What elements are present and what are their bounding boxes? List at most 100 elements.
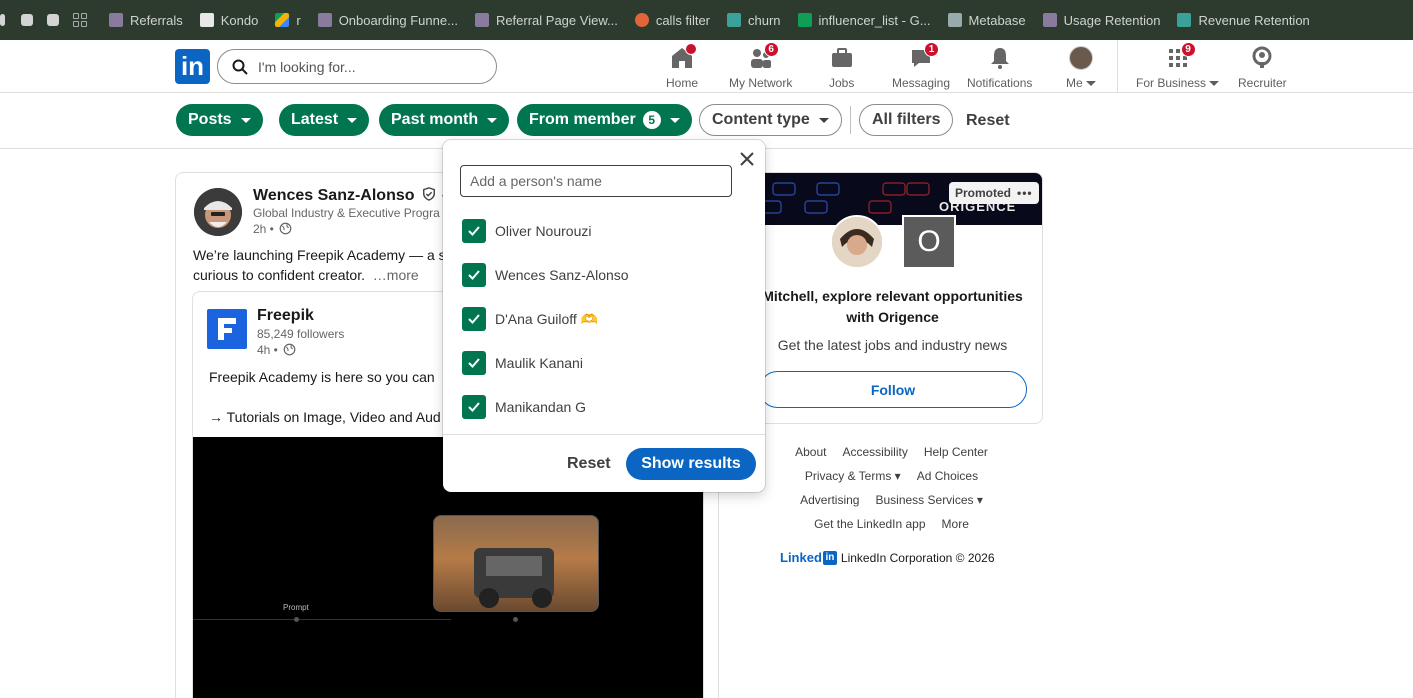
- member-option[interactable]: D'Ana Guiloff 🫶: [462, 307, 598, 331]
- footer-link[interactable]: Advertising: [800, 493, 859, 507]
- member-option[interactable]: Manikandan G: [462, 395, 586, 419]
- see-more-link[interactable]: …more: [373, 267, 419, 283]
- caret-down-icon: [669, 117, 680, 123]
- bookmark[interactable]: churn: [727, 13, 781, 28]
- app-icon: [634, 13, 649, 27]
- footer-link[interactable]: Privacy & Terms ▾: [805, 469, 901, 483]
- window-control[interactable]: [21, 14, 33, 26]
- more-options-icon[interactable]: •••: [1017, 186, 1033, 200]
- timeline-marker: [294, 617, 299, 622]
- avatar: [1068, 46, 1093, 70]
- filter-all-filters[interactable]: All filters: [859, 104, 954, 136]
- promo-subtext: Get the latest jobs and industry news: [777, 337, 1008, 353]
- globe-icon: [279, 222, 292, 235]
- window-control[interactable]: [0, 14, 5, 26]
- member-option[interactable]: Oliver Nourouzi: [462, 219, 591, 243]
- nav-messaging[interactable]: 1 Messaging: [892, 42, 950, 90]
- notification-dot: [685, 43, 697, 55]
- person-name-input[interactable]: [460, 165, 732, 197]
- caret-down-icon: [487, 117, 498, 123]
- footer-link[interactable]: Ad Choices: [917, 469, 978, 483]
- nav-notifications[interactable]: Notifications: [967, 46, 1032, 90]
- apps-grid-icon[interactable]: [73, 13, 87, 27]
- company-logo[interactable]: O: [902, 215, 956, 269]
- chart-icon: [727, 13, 742, 27]
- bookmark[interactable]: influencer_list - G...: [797, 13, 931, 28]
- footer-link[interactable]: Business Services ▾: [875, 493, 982, 507]
- metabase-icon: [947, 13, 962, 27]
- checkbox-checked-icon[interactable]: [462, 395, 486, 419]
- promoted-badge[interactable]: Promoted •••: [949, 182, 1039, 204]
- search-bar[interactable]: [217, 49, 497, 84]
- corporate-line: Linked in LinkedIn Corporation © 2026: [780, 550, 995, 565]
- video-thumbnail: [433, 515, 599, 612]
- footer-link[interactable]: More: [942, 517, 969, 531]
- bookmark[interactable]: r: [275, 13, 301, 28]
- member-option[interactable]: Wences Sanz-Alonso: [462, 263, 629, 287]
- business-badge: 9: [1180, 42, 1196, 57]
- filter-posts[interactable]: Posts: [176, 104, 263, 136]
- search-icon: [232, 59, 248, 75]
- filter-past-month[interactable]: Past month: [379, 104, 510, 136]
- nav-home[interactable]: Home: [666, 43, 698, 90]
- timeline-marker: [513, 617, 518, 622]
- nav-my-network[interactable]: 6 My Network: [729, 42, 792, 90]
- shared-author-name[interactable]: Freepik: [257, 307, 314, 325]
- sheets-icon: [797, 13, 812, 27]
- footer-link[interactable]: Get the LinkedIn app: [814, 517, 925, 531]
- metabase-icon: [1042, 13, 1057, 27]
- globe-icon: [283, 343, 296, 356]
- footer-link[interactable]: Help Center: [924, 445, 988, 459]
- bookmark[interactable]: Onboarding Funne...: [317, 13, 458, 28]
- checkbox-checked-icon[interactable]: [462, 219, 486, 243]
- filter-content-type[interactable]: Content type: [699, 104, 842, 136]
- author-name[interactable]: Wences Sanz-Alonso ·: [253, 187, 446, 205]
- linkedin-logo[interactable]: in: [175, 49, 210, 84]
- promoted-card: ORIGENCE Promoted ••• O Mitchell, explore…: [740, 172, 1043, 424]
- caret-down-icon: [347, 117, 358, 123]
- briefcase-icon: [830, 46, 854, 70]
- close-icon[interactable]: [739, 151, 755, 167]
- nav-jobs[interactable]: Jobs: [829, 46, 854, 90]
- linkedin-wordmark: Linked in: [780, 550, 837, 565]
- nav-for-business[interactable]: 9 For Business: [1136, 42, 1220, 90]
- search-input[interactable]: [258, 58, 478, 75]
- global-nav: in Home 6 My Network Jobs 1 Messaging: [0, 40, 1413, 93]
- video-caption: Prompt: [283, 603, 309, 612]
- author-avatar[interactable]: [194, 188, 242, 236]
- shared-followers: 85,249 followers: [257, 327, 345, 341]
- metabase-icon: [109, 13, 123, 27]
- reset-filters-button[interactable]: Reset: [966, 112, 1010, 130]
- member-option[interactable]: Maulik Kanani: [462, 351, 583, 375]
- bookmark[interactable]: Metabase: [947, 13, 1026, 28]
- caret-down-icon: [818, 117, 829, 123]
- bookmark[interactable]: Usage Retention: [1042, 13, 1160, 28]
- kondo-icon: [199, 13, 214, 27]
- filter-from-member[interactable]: From member 5: [517, 104, 692, 136]
- checkbox-checked-icon[interactable]: [462, 263, 486, 287]
- nav-me[interactable]: Me: [1066, 46, 1096, 90]
- bookmark[interactable]: calls filter: [634, 13, 710, 28]
- metabase-icon: [317, 13, 332, 27]
- checkbox-checked-icon[interactable]: [462, 351, 486, 375]
- footer-link[interactable]: About: [795, 445, 826, 459]
- from-member-dropdown: Oliver Nourouzi Wences Sanz-Alonso D'Ana…: [443, 140, 765, 492]
- checkbox-checked-icon[interactable]: [462, 307, 486, 331]
- bookmark[interactable]: Referrals: [109, 13, 183, 28]
- window-control[interactable]: [47, 14, 59, 26]
- nav-recruiter[interactable]: Recruiter: [1238, 46, 1287, 90]
- filter-latest[interactable]: Latest: [279, 104, 370, 136]
- caret-down-icon: [1085, 80, 1096, 86]
- follow-button[interactable]: Follow: [759, 371, 1027, 408]
- dropdown-reset-button[interactable]: Reset: [567, 455, 611, 473]
- footer-link[interactable]: Accessibility: [842, 445, 907, 459]
- bell-icon: [988, 46, 1012, 70]
- bookmark[interactable]: Kondo: [199, 13, 258, 28]
- recruiter-icon: [1250, 46, 1274, 70]
- bookmark[interactable]: Referral Page View...: [474, 13, 618, 28]
- show-results-button[interactable]: Show results: [626, 448, 756, 480]
- bookmark[interactable]: Revenue Retention: [1177, 13, 1310, 28]
- freepik-logo[interactable]: [207, 309, 247, 349]
- message-icon: 1: [909, 42, 940, 70]
- filter-divider: [850, 106, 851, 134]
